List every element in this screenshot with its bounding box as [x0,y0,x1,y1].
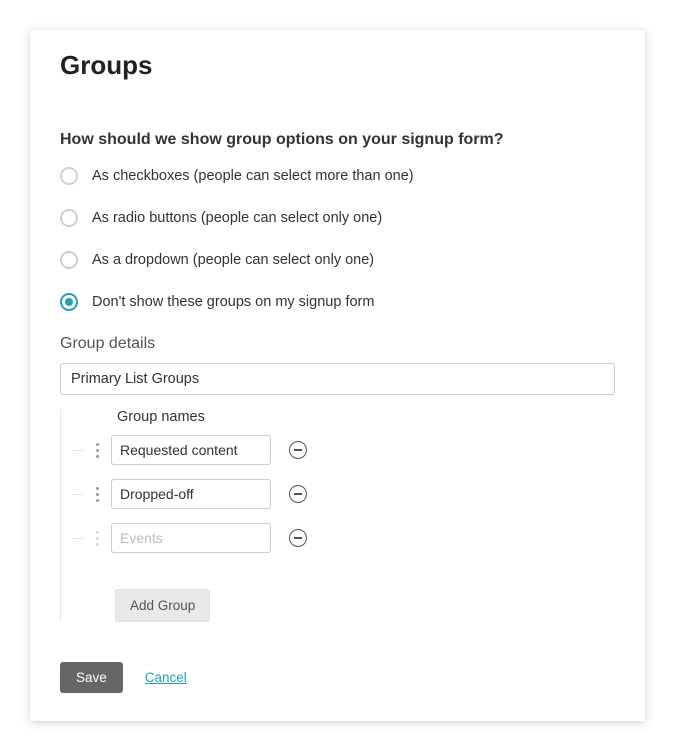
radio-icon [60,209,78,227]
page-title: Groups [60,50,615,81]
remove-group-button[interactable] [289,485,307,503]
remove-group-button[interactable] [289,529,307,547]
tree-branch-icon [73,450,83,451]
groups-panel: Groups How should we show group options … [30,30,645,721]
drag-handle-icon[interactable] [91,443,103,458]
cancel-link[interactable]: Cancel [145,670,187,685]
option-label: Don't show these groups on my signup for… [92,294,374,310]
group-row [73,479,615,509]
option-dropdown[interactable]: As a dropdown (people can select only on… [60,251,615,269]
group-details-label: Group details [60,335,615,353]
option-hidden[interactable]: Don't show these groups on my signup for… [60,293,615,311]
drag-handle-icon[interactable] [91,531,103,546]
group-row-new [73,523,615,553]
option-radio-buttons[interactable]: As radio buttons (people can select only… [60,209,615,227]
minus-icon [294,493,302,495]
option-label: As checkboxes (people can select more th… [92,168,414,184]
radio-dot-icon [65,298,73,306]
option-label: As a dropdown (people can select only on… [92,252,374,268]
tree-branch-icon [73,538,83,539]
add-group-button[interactable]: Add Group [115,589,210,622]
radio-icon [60,251,78,269]
save-button[interactable]: Save [60,662,123,693]
display-question: How should we show group options on your… [60,131,615,149]
radio-icon [60,293,78,311]
drag-handle-icon[interactable] [91,487,103,502]
group-row [73,435,615,465]
footer-actions: Save Cancel [60,662,615,693]
group-item-input[interactable] [111,435,271,465]
option-checkboxes[interactable]: As checkboxes (people can select more th… [60,167,615,185]
option-label: As radio buttons (people can select only… [92,210,382,226]
group-names-header: Group names [117,409,615,425]
group-name-input[interactable] [60,363,615,395]
minus-icon [294,449,302,451]
tree-branch-icon [73,494,83,495]
group-item-input-new[interactable] [111,523,271,553]
radio-icon [60,167,78,185]
minus-icon [294,537,302,539]
remove-group-button[interactable] [289,441,307,459]
group-names-tree: Group names [60,409,615,622]
group-item-input[interactable] [111,479,271,509]
